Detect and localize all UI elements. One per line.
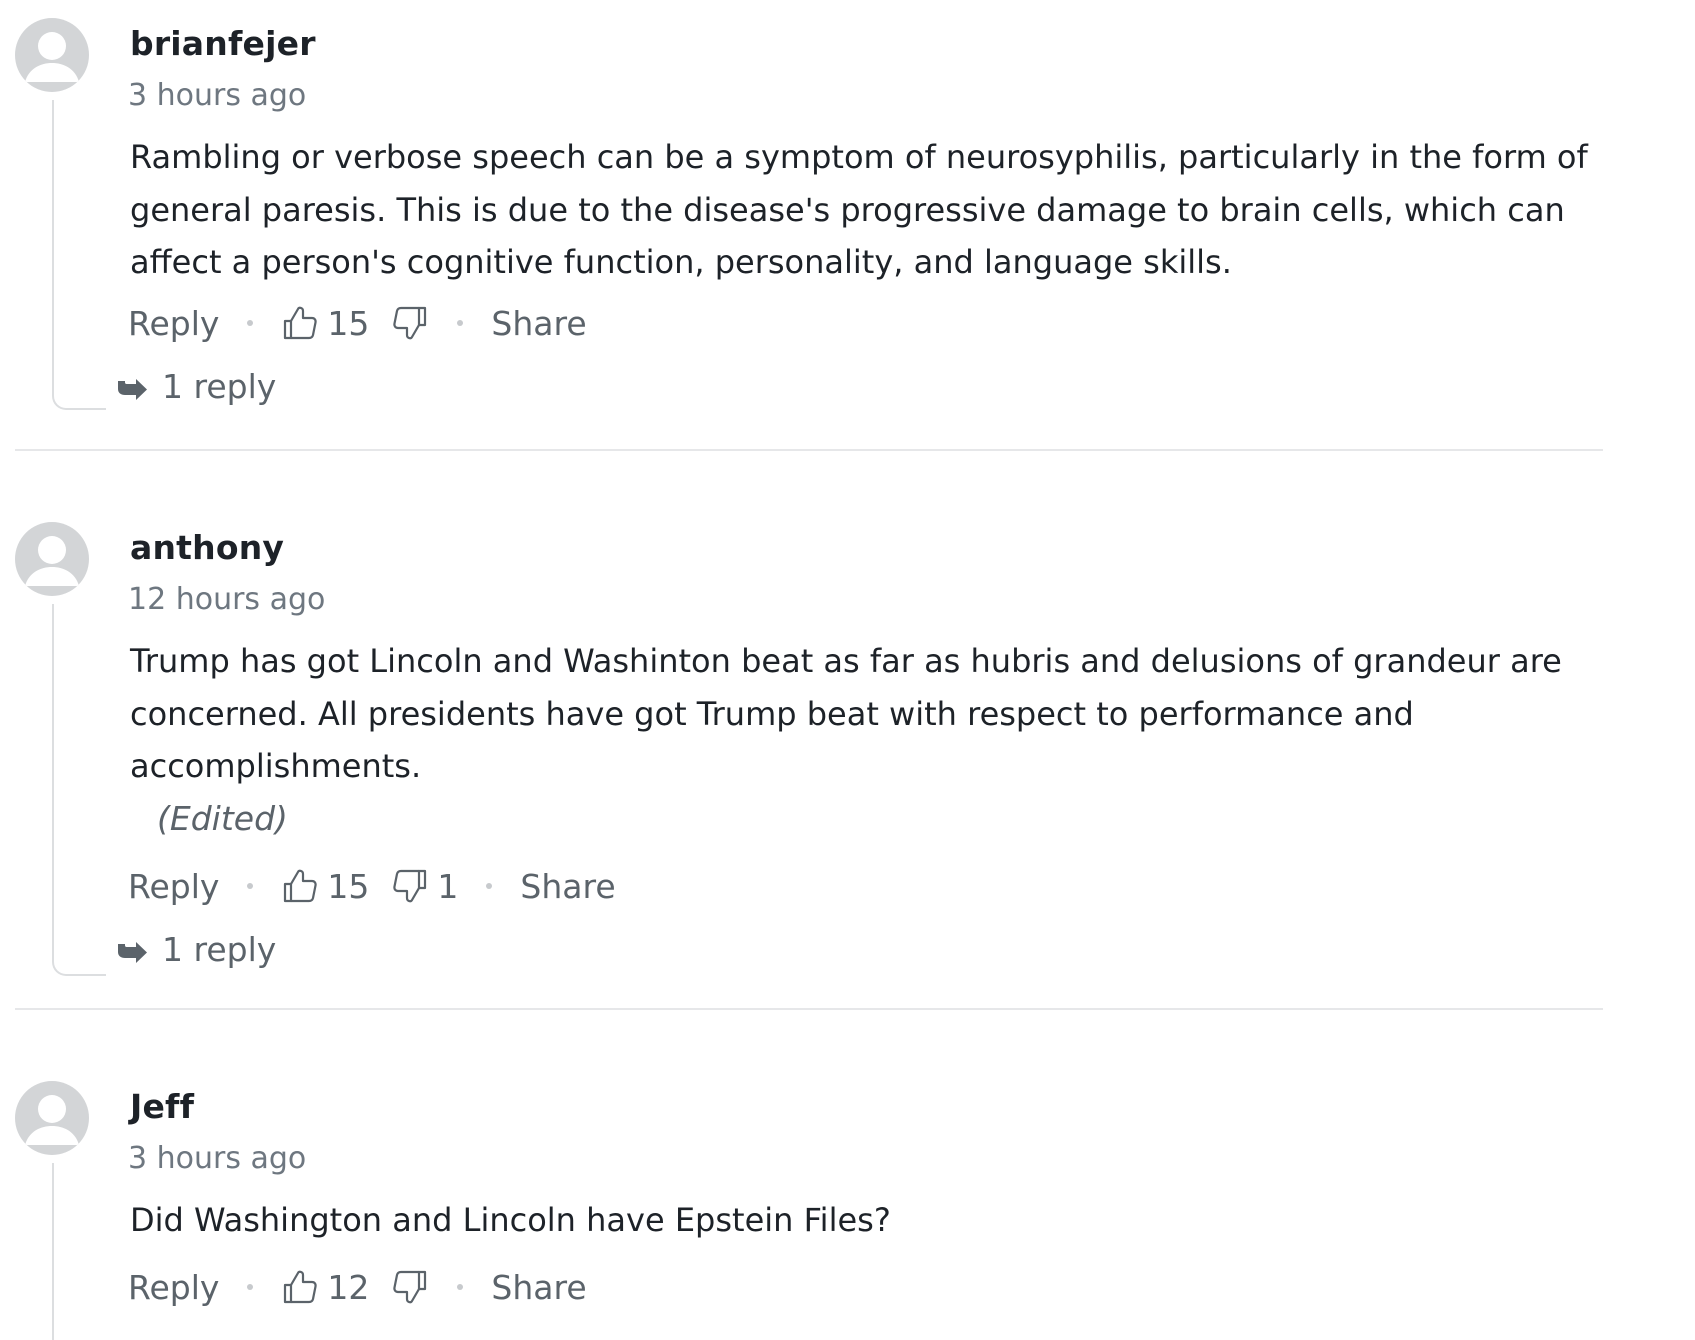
comment-timestamp: 3 hours ago (128, 1141, 307, 1176)
dislike-button[interactable]: 1 (391, 867, 458, 906)
reply-arrow-icon (118, 941, 147, 963)
dislike-button[interactable] (391, 1268, 429, 1306)
comment-username[interactable]: Jeff (130, 1087, 194, 1126)
separator-dot (247, 320, 254, 326)
default-user-avatar-icon (25, 1095, 79, 1145)
thumbs-up-icon (281, 1268, 319, 1306)
thumbs-down-icon (391, 867, 429, 905)
thumbs-up-icon (281, 867, 319, 905)
comment-item: anthony 12 hours ago Trump has got Linco… (0, 504, 1600, 1024)
comment-divider (15, 1008, 1603, 1010)
share-button[interactable]: Share (491, 304, 586, 343)
thumbs-up-icon (281, 304, 319, 342)
share-button[interactable]: Share (520, 867, 615, 906)
separator-dot (457, 1284, 464, 1290)
default-user-avatar-icon (25, 32, 79, 82)
like-count: 15 (327, 866, 370, 906)
comment-actions: Reply 15 Share (128, 301, 587, 345)
view-replies-button[interactable]: 1 reply (116, 367, 276, 406)
like-button[interactable]: 12 (281, 1268, 369, 1307)
comment-item: brianfejer 3 hours ago Rambling or verbo… (0, 0, 1600, 480)
comment-body: Trump has got Lincoln and Washinton beat… (130, 642, 1562, 785)
default-user-avatar-icon (25, 536, 79, 586)
like-count: 12 (327, 1267, 370, 1307)
comment-divider (15, 449, 1603, 451)
reply-button[interactable]: Reply (128, 867, 219, 906)
avatar[interactable] (15, 18, 89, 92)
avatar[interactable] (15, 1081, 89, 1155)
comment-username[interactable]: brianfejer (130, 24, 316, 63)
comment-actions: Reply 12 Share (128, 1265, 587, 1309)
reply-button[interactable]: Reply (128, 304, 219, 343)
share-button[interactable]: Share (491, 1268, 586, 1307)
edited-label: (Edited) (157, 799, 288, 838)
view-replies-button[interactable]: 1 reply (116, 930, 276, 969)
comment-timestamp: 12 hours ago (128, 582, 326, 617)
replies-count-label: 1 reply (162, 930, 277, 969)
separator-dot (457, 320, 464, 326)
comment-body: Did Washington and Lincoln have Epstein … (130, 1201, 891, 1239)
reply-arrow-icon (118, 378, 147, 400)
like-count: 15 (327, 303, 370, 343)
comment-timestamp: 3 hours ago (128, 78, 307, 113)
comment-username[interactable]: anthony (130, 528, 284, 567)
thumbs-down-icon (391, 304, 429, 342)
like-button[interactable]: 15 (281, 867, 369, 906)
dislike-button[interactable] (391, 304, 429, 342)
separator-dot (486, 883, 493, 889)
reply-button[interactable]: Reply (128, 1268, 219, 1307)
avatar[interactable] (15, 522, 89, 596)
separator-dot (247, 1284, 254, 1290)
comment-actions: Reply 15 1 Share (128, 864, 616, 908)
comment-body: Rambling or verbose speech can be a symp… (130, 138, 1588, 281)
dislike-count: 1 (437, 866, 459, 906)
thread-line (52, 1163, 106, 1340)
replies-count-label: 1 reply (162, 367, 277, 406)
separator-dot (247, 883, 254, 889)
comments-list: brianfejer 3 hours ago Rambling or verbo… (0, 0, 1695, 1340)
like-button[interactable]: 15 (281, 304, 369, 343)
thread-line (52, 604, 106, 976)
thread-line (52, 100, 106, 410)
comment-item: Jeff 3 hours ago Did Washington and Linc… (0, 1063, 1600, 1340)
thumbs-down-icon (391, 1268, 429, 1306)
